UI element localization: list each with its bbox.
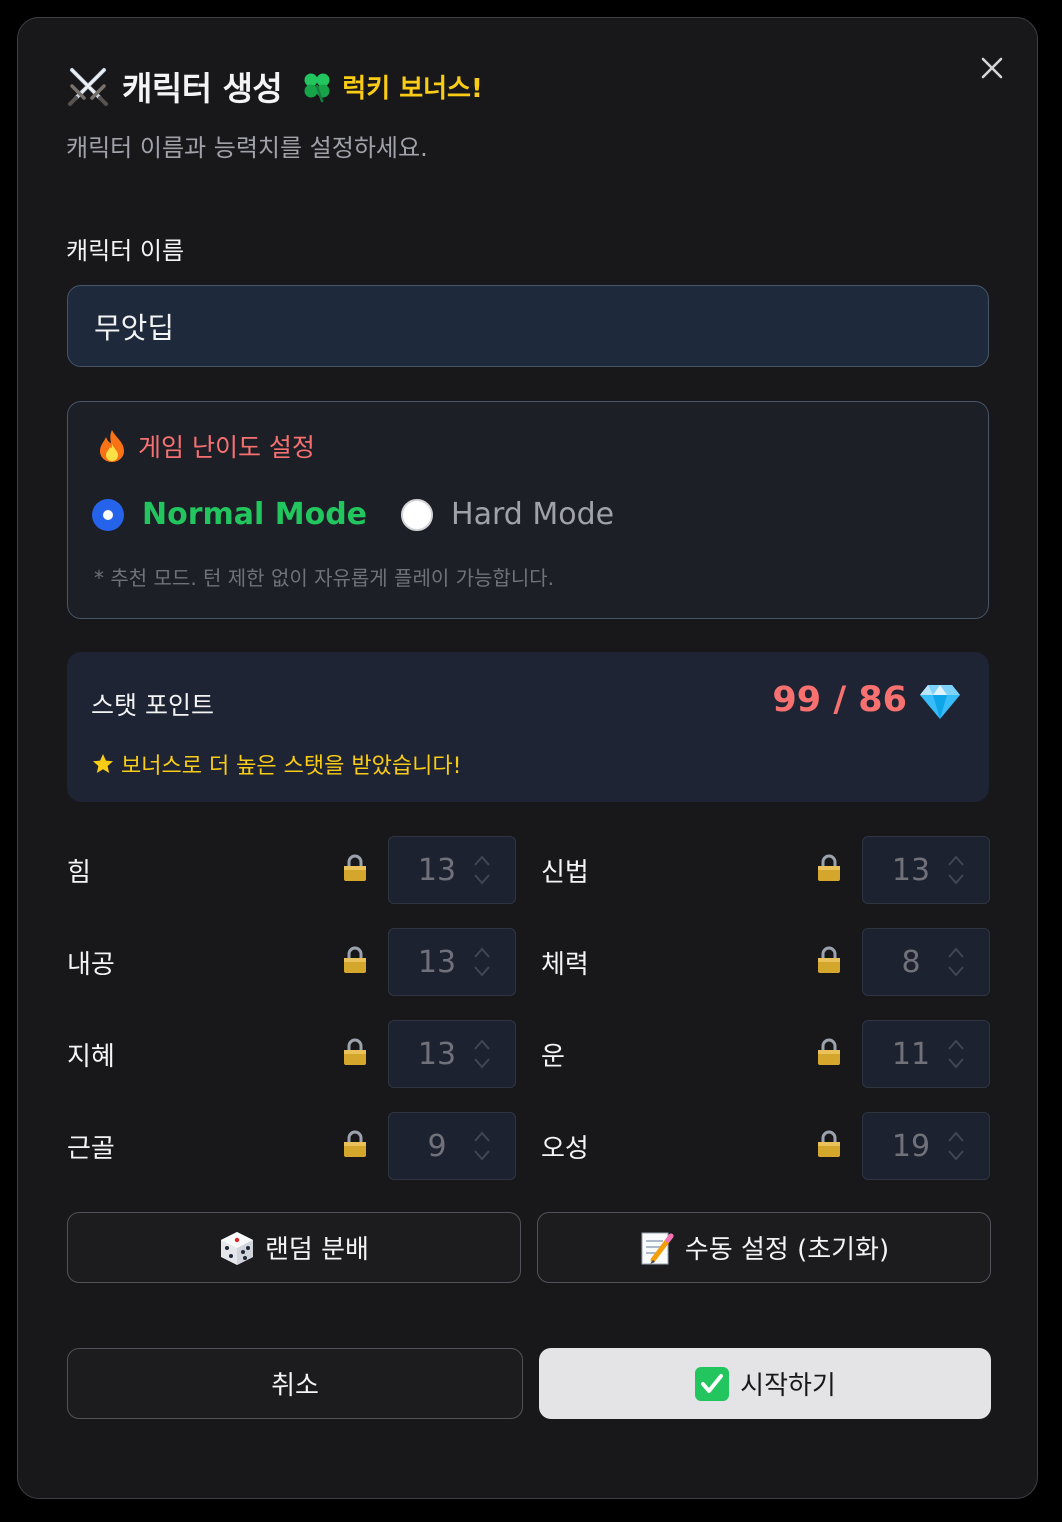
cancel-button[interactable]: 취소 xyxy=(67,1348,523,1419)
stat-input[interactable]: 13 xyxy=(388,928,516,996)
stat-input[interactable]: 13 xyxy=(388,1020,516,1088)
stat-row: 체력 8 xyxy=(541,928,991,996)
fire-icon xyxy=(100,430,124,462)
spinner-icon[interactable] xyxy=(945,1035,967,1073)
stat-label: 지혜 xyxy=(67,1042,115,1072)
stat-label: 운 xyxy=(541,1042,565,1072)
close-icon xyxy=(981,57,1003,79)
difficulty-hint: * 추천 모드. 턴 제한 없이 자유롭게 플레이 가능합니다. xyxy=(94,566,554,590)
gem-icon xyxy=(920,685,960,719)
stat-input[interactable]: 8 xyxy=(862,928,990,996)
hard-mode-radio[interactable] xyxy=(401,498,434,531)
difficulty-panel: 게임 난이도 설정 Normal Mode Hard Mode * 추천 모드.… xyxy=(67,401,989,619)
random-distribute-button[interactable]: 랜덤 분배 xyxy=(67,1212,521,1283)
stat-row: 오성 19 xyxy=(541,1112,991,1180)
lock-icon xyxy=(818,1038,840,1065)
character-name-label: 캐릭터 이름 xyxy=(66,237,185,265)
stat-label: 내공 xyxy=(67,950,115,980)
spinner-icon[interactable] xyxy=(945,1127,967,1165)
spinner-icon[interactable] xyxy=(471,943,493,981)
lock-icon xyxy=(344,854,366,881)
cancel-label: 취소 xyxy=(271,1371,319,1401)
stat-input[interactable]: 19 xyxy=(862,1112,990,1180)
difficulty-title: 게임 난이도 설정 xyxy=(138,433,315,462)
character-name-input[interactable] xyxy=(67,285,989,367)
stat-row: 지혜 13 xyxy=(67,1020,517,1088)
modal-title: 캐릭터 생성 xyxy=(122,69,283,108)
stat-label: 오성 xyxy=(541,1134,589,1164)
modal-subtitle: 캐릭터 이름과 능력치를 설정하세요. xyxy=(66,134,428,162)
lock-icon xyxy=(818,854,840,881)
stat-input[interactable]: 9 xyxy=(388,1112,516,1180)
stat-input[interactable]: 13 xyxy=(388,836,516,904)
close-button[interactable] xyxy=(974,50,1010,86)
character-creation-modal: 캐릭터 생성 럭키 보너스! 캐릭터 이름과 능력치를 설정하세요. 캐릭터 이… xyxy=(17,17,1038,1499)
stat-row: 내공 13 xyxy=(67,928,517,996)
stat-row: 근골 9 xyxy=(67,1112,517,1180)
stat-label: 신법 xyxy=(541,858,589,888)
start-button[interactable]: 시작하기 xyxy=(539,1348,991,1419)
stat-points-value: 99 / 86 xyxy=(772,680,907,720)
stat-row: 힘 13 xyxy=(67,836,517,904)
random-distribute-label: 랜덤 분배 xyxy=(265,1235,369,1265)
normal-mode-radio[interactable] xyxy=(92,498,124,531)
stat-points-title: 스탯 포인트 xyxy=(91,691,214,720)
lucky-bonus-badge: 럭키 보너스! xyxy=(342,73,483,104)
lock-icon xyxy=(818,1130,840,1157)
lock-icon xyxy=(344,1038,366,1065)
normal-mode-label[interactable]: Normal Mode xyxy=(142,497,367,532)
spinner-icon[interactable] xyxy=(945,943,967,981)
dice-icon xyxy=(221,1231,254,1265)
manual-setup-label: 수동 설정 (초기화) xyxy=(684,1235,890,1265)
manual-setup-button[interactable]: 수동 설정 (초기화) xyxy=(537,1212,991,1283)
bonus-text: 보너스로 더 높은 스탯을 받았습니다! xyxy=(121,754,462,779)
spinner-icon[interactable] xyxy=(945,851,967,889)
difficulty-mode-group: Normal Mode Hard Mode xyxy=(92,497,614,532)
lock-icon xyxy=(344,1130,366,1157)
spinner-icon[interactable] xyxy=(471,1035,493,1073)
crossed-swords-icon xyxy=(68,68,108,106)
spinner-icon[interactable] xyxy=(471,851,493,889)
stat-input[interactable]: 13 xyxy=(862,836,990,904)
stat-points-panel: 스탯 포인트 99 / 86 보너스로 더 높은 스탯을 받았습니다! xyxy=(67,652,989,802)
stat-input[interactable]: 11 xyxy=(862,1020,990,1088)
stat-label: 근골 xyxy=(67,1134,115,1164)
start-label: 시작하기 xyxy=(740,1371,836,1401)
lock-icon xyxy=(344,946,366,973)
modal-header: 캐릭터 생성 럭키 보너스! xyxy=(66,64,483,108)
lock-icon xyxy=(818,946,840,973)
difficulty-header: 게임 난이도 설정 xyxy=(96,428,315,464)
stat-label: 체력 xyxy=(541,950,589,980)
check-mark-icon xyxy=(695,1366,730,1401)
spinner-icon[interactable] xyxy=(471,1127,493,1165)
stat-row: 운 11 xyxy=(541,1020,991,1088)
hard-mode-label[interactable]: Hard Mode xyxy=(451,497,614,532)
memo-icon xyxy=(641,1232,674,1264)
stat-row: 신법 13 xyxy=(541,836,991,904)
star-icon xyxy=(93,754,113,773)
bonus-message: 보너스로 더 높은 스탯을 받았습니다! xyxy=(91,748,461,780)
stat-label: 힘 xyxy=(67,858,91,888)
clover-icon xyxy=(304,73,330,103)
